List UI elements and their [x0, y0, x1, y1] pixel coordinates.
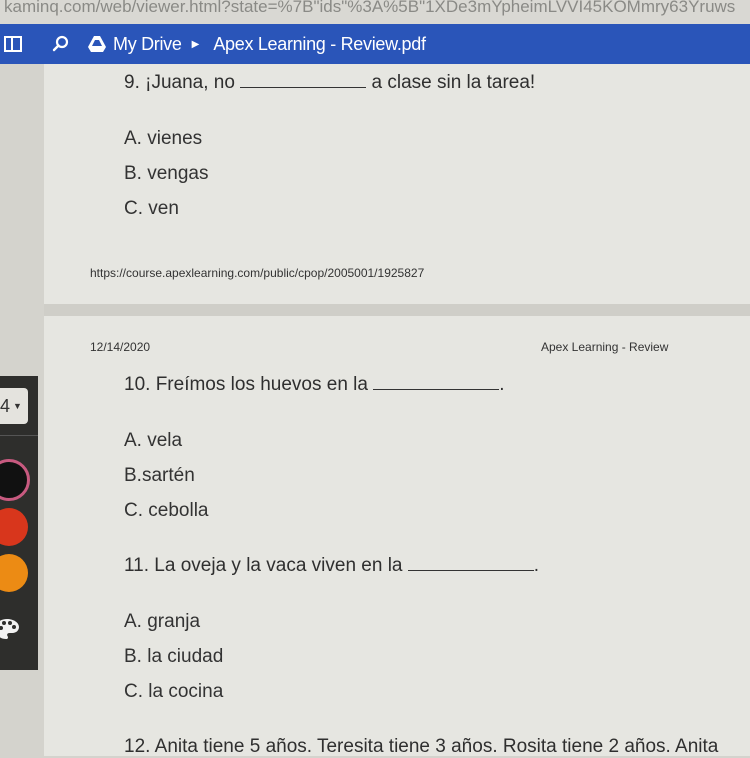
option-b: B. la ciudad — [124, 646, 224, 667]
search-icon[interactable] — [52, 35, 70, 53]
annotation-tool-panel: 4 ▼ — [0, 376, 38, 670]
question-number: 9. — [124, 72, 140, 93]
color-swatch-red[interactable] — [0, 508, 28, 546]
file-name: Apex Learning - Review.pdf — [213, 33, 426, 54]
question-9: 9. ¡Juana, no a clase sin la tarea! — [124, 72, 535, 94]
pdf-page-2: 12/14/2020 Apex Learning - Review 10. Fr… — [44, 316, 750, 758]
question-text-end: . — [533, 555, 540, 576]
answer-blank — [240, 87, 367, 88]
question-text: Anita tiene 5 años. Teresita tiene 3 año… — [154, 736, 719, 757]
question-11: 11. La oveja y la vaca viven en la . — [124, 555, 539, 577]
question-text: Freímos los huevos en la — [155, 374, 368, 395]
question-text: ¡Juana, no — [145, 72, 235, 93]
page-header-title: Apex Learning - Review — [541, 340, 669, 354]
pdf-page-1: 9. ¡Juana, no a clase sin la tarea! A. v… — [44, 64, 750, 304]
color-swatch-orange[interactable] — [0, 554, 28, 592]
option-b: B.sartén — [124, 465, 195, 486]
option-c: C. la cocina — [124, 681, 224, 702]
option-a: A. vienes — [124, 128, 203, 149]
option-c: C. cebolla — [124, 500, 209, 521]
question-text-end: a clase sin la tarea! — [371, 72, 536, 93]
color-swatch-black[interactable] — [0, 459, 30, 501]
url-text: kaminq.com/web/viewer.html?state=%7B"ids… — [4, 0, 736, 16]
option-a: A. granja — [124, 611, 201, 632]
question-number: 11. — [124, 555, 150, 576]
page-divider — [44, 304, 750, 316]
browser-url-bar[interactable]: kaminq.com/web/viewer.html?state=%7B"ids… — [0, 0, 750, 24]
chevron-right-icon: ▶ — [191, 38, 200, 50]
question-text: La oveja y la vaca viven en la — [154, 555, 403, 576]
option-c: C. ven — [124, 198, 179, 219]
question-number: 10. — [124, 374, 151, 395]
question-10: 10. Freímos los huevos en la . — [124, 374, 505, 396]
chevron-down-icon: ▼ — [13, 401, 22, 411]
palette-icon[interactable] — [0, 618, 20, 640]
question-number: 12. — [124, 736, 151, 757]
question-text-end: . — [499, 374, 505, 395]
pen-size-dropdown[interactable]: 4 ▼ — [0, 388, 28, 424]
breadcrumb-my-drive[interactable]: My Drive — [113, 34, 182, 55]
option-a: A. vela — [124, 430, 183, 451]
footer-url[interactable]: https://course.apexlearning.com/public/c… — [90, 266, 424, 280]
sidebar-toggle-icon[interactable] — [4, 36, 22, 52]
pen-size-value: 4 — [0, 395, 11, 416]
viewer-toolbar: My Drive ▶ Apex Learning - Review.pdf — [0, 24, 750, 64]
question-12: 12. Anita tiene 5 años. Teresita tiene 3… — [124, 736, 718, 758]
page-date: 12/14/2020 — [90, 340, 151, 354]
answer-blank — [407, 570, 534, 571]
google-drive-icon — [87, 35, 107, 53]
answer-blank — [373, 389, 500, 390]
panel-separator — [0, 435, 38, 436]
option-b: B. vengas — [124, 163, 209, 184]
